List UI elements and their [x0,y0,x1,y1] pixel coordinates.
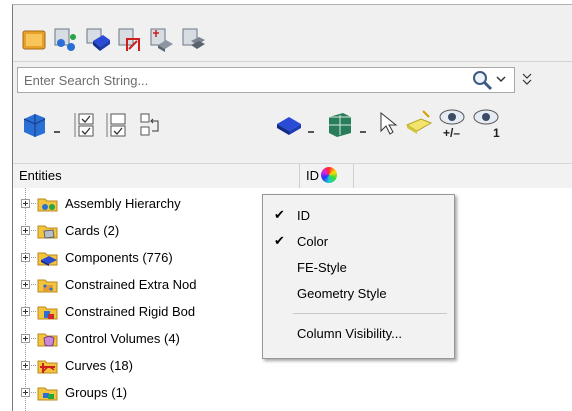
menu-item-label: ID [297,208,310,223]
menu-item-label: Color [297,234,329,249]
checkmark-icon: ✔ [274,233,285,248]
expand-icon[interactable] [21,199,30,208]
menu-separator [293,313,447,314]
connectivity-view-icon[interactable] [53,27,79,53]
shaded-display-dropdown-icon[interactable] [307,123,315,138]
show-all-icon[interactable] [73,111,99,142]
clear-selection-icon[interactable] [403,109,435,140]
search-bar [17,67,572,95]
select-cursor-icon[interactable] [377,111,399,140]
reverse-selection-icon[interactable] [137,111,163,142]
tree-item-label: Components (776) [65,250,173,265]
isolate-only-icon[interactable]: 1 [471,107,501,144]
constrained-rigid-bodies-folder-icon [37,303,59,321]
column-divider[interactable] [299,164,300,188]
constrained-extra-nodes-folder-icon [37,276,59,294]
expand-icon[interactable] [21,226,30,235]
menu-item-label: Column Visibility... [297,326,402,341]
component-view-icon[interactable] [85,27,111,53]
menu-item-label: Geometry Style [297,286,387,301]
checkmark-icon: ✔ [274,207,285,222]
search-dropdown-arrow-icon[interactable] [495,73,507,85]
expand-icon[interactable] [21,388,30,397]
curves-folder-icon [37,357,59,375]
assembly-folder-icon [37,195,59,213]
tree-item-label: Curves (18) [65,358,133,373]
column-header: Entities ID [13,163,572,189]
menu-item-id[interactable]: ✔ ID [263,203,452,229]
tree-item-label: Constrained Extra Nod [65,277,197,292]
column-context-menu: ✔ ID ✔ Color FE-Style Geometry Style Col… [262,194,455,359]
control-volumes-folder-icon [37,330,59,348]
toolbar-divider [13,61,572,62]
search-icon[interactable] [471,69,493,91]
entity-state-view-icon[interactable] [149,27,175,53]
id-column-header[interactable]: ID [306,168,319,183]
isolate-show-icon[interactable]: +/– [437,107,467,144]
isolate-only-label: 1 [493,126,500,140]
menu-item-column-visibility[interactable]: Column Visibility... [263,321,452,347]
show-selected-icon[interactable] [105,111,131,142]
entities-column-header[interactable]: Entities [19,168,62,183]
tree-item-label: Cards (2) [65,223,120,238]
expand-toolbar-icon[interactable] [521,72,533,86]
entity-display-icon[interactable] [21,111,49,142]
groups-folder-icon [37,384,59,402]
expand-icon[interactable] [21,280,30,289]
expand-icon[interactable] [21,361,30,370]
browser-panel: +/– 1 Entities ID Assembly Hierarchy Car… [12,4,572,411]
model-view-icon[interactable] [21,27,47,53]
entity-display-dropdown-icon[interactable] [53,123,61,138]
wireframe-display-dropdown-icon[interactable] [359,123,367,138]
menu-item-color[interactable]: ✔ Color [263,229,452,255]
isolate-show-label: +/– [443,126,460,140]
menu-item-label: FE-Style [297,260,347,275]
loadcase-view-icon[interactable] [117,27,143,53]
display-toolbar: +/– 1 [13,103,572,151]
cards-folder-icon [37,222,59,240]
components-folder-icon [37,249,59,267]
tree-item-label: Constrained Rigid Bod [65,304,196,319]
menu-item-geometry-style[interactable]: Geometry Style [263,281,452,307]
tree-item-label: Assembly Hierarchy [65,196,181,211]
shaded-display-icon[interactable] [275,111,303,142]
tree-item-label: Control Volumes (4) [65,331,180,346]
color-column-icon[interactable] [321,167,337,183]
view-tabs-toolbar [13,11,572,61]
expand-icon[interactable] [21,307,30,316]
expand-icon[interactable] [21,253,30,262]
search-input[interactable] [17,67,515,93]
expand-icon[interactable] [21,334,30,343]
column-divider[interactable] [353,164,354,188]
wireframe-display-icon[interactable] [325,109,355,142]
tree-item-groups[interactable]: Groups (1) [13,381,572,407]
menu-item-fe-style[interactable]: FE-Style [263,255,452,281]
tree-item-label: Groups (1) [65,385,128,400]
include-view-icon[interactable] [181,27,207,53]
